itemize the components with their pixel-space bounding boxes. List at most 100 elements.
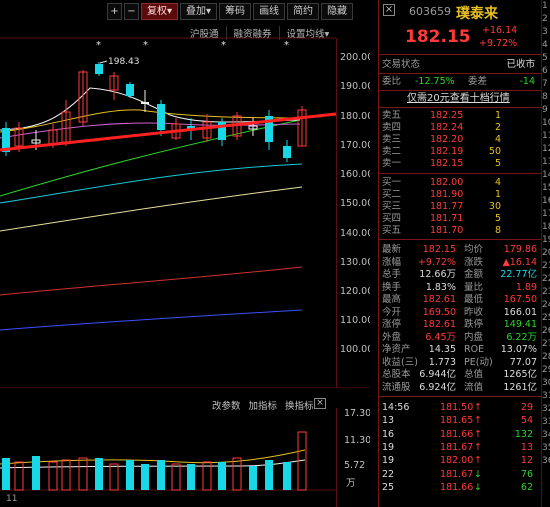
volume-bar[interactable] [265,460,273,490]
tick-row[interactable]: 19 181.67 ↑ 13 [382,442,539,454]
ask-row[interactable]: 卖四 182.24 2 [382,122,539,134]
side-list-item[interactable]: 8 [542,91,550,104]
bid-row[interactable]: 买四 181.71 5 [382,213,539,225]
simple-mode-button[interactable]: 简约 [287,3,320,20]
adjust-rights-button[interactable]: 复权▾ [141,3,179,20]
stat-row[interactable]: 净资产 14.35 ROE 13.07% [382,344,539,356]
side-list-item[interactable]: 1 [542,0,550,13]
side-list-item[interactable]: 14 [542,169,550,182]
volume-bar[interactable] [32,456,40,490]
side-list-item[interactable]: 5 [542,52,550,65]
volume-bar[interactable] [218,462,226,490]
side-list-item[interactable]: 11 [542,130,550,143]
candle[interactable] [283,140,291,162]
tick-row[interactable]: 14:56 181.50 ↑ 29 [382,402,539,414]
side-list-item[interactable]: 10 [542,117,550,130]
candle[interactable] [265,110,273,150]
stat-row[interactable]: 总股本 6.944亿 总值 1265亿 [382,369,539,381]
hide-button[interactable]: 隐藏 [321,3,354,20]
tick-row[interactable]: 22 181.67 ↓ 76 [382,469,539,481]
event-marker-star[interactable]: * [143,40,148,51]
side-list-item[interactable]: 16 [542,195,550,208]
stat-row[interactable]: 换手 1.83% 量比 1.89 [382,282,539,294]
side-list-item[interactable]: 27 [542,338,550,351]
side-list-item[interactable]: 19 [542,234,550,247]
side-list-item[interactable]: 20 [542,247,550,260]
event-marker-star[interactable]: * [221,40,226,51]
candle[interactable] [218,118,226,146]
candle[interactable] [141,90,149,112]
side-list-item[interactable]: 17 [542,208,550,221]
side-list-item[interactable]: 33 [542,416,550,429]
close-panel-button[interactable]: × [383,4,395,16]
volume-bar[interactable] [2,458,10,490]
volume-bar[interactable] [78,457,88,491]
bid-row[interactable]: 买一 182.00 4 [382,177,539,189]
stat-row[interactable]: 最高 182.61 最低 167.50 [382,294,539,306]
candle[interactable] [248,118,258,136]
kline-chart[interactable]: * * * * 198.43 200.00 190.00 180.00 170.… [0,36,370,388]
stat-row[interactable]: 涨停 182.61 跌停 149.41 [382,319,539,331]
side-list-item[interactable]: 22 [542,273,550,286]
side-list-item[interactable]: 31 [542,390,550,403]
chips-button[interactable]: 筹码 [219,3,252,20]
side-list-item[interactable]: 2 [542,13,550,26]
side-list-item[interactable]: 21 [542,260,550,273]
side-list-item[interactable]: 12 [542,143,550,156]
side-list-item[interactable]: 25 [542,312,550,325]
side-list-item[interactable]: 18 [542,221,550,234]
ask-row[interactable]: 卖二 182.19 50 [382,146,539,158]
candle[interactable] [109,72,119,100]
side-list-item[interactable]: 9 [542,104,550,117]
volume-bar[interactable] [232,457,242,491]
tick-row[interactable]: 13 181.65 ↑ 54 [382,415,539,427]
side-list-item[interactable]: 23 [542,286,550,299]
stat-row[interactable]: 总手 12.66万 金额 22.77亿 [382,269,539,281]
candle[interactable] [297,106,307,147]
candle[interactable] [171,118,181,140]
ask-row[interactable]: 卖五 182.25 1 [382,110,539,122]
volume-bar[interactable] [141,464,149,490]
side-list-item[interactable]: 15 [542,182,550,195]
volume-bar[interactable] [187,464,195,490]
side-list-item[interactable]: 3 [542,26,550,39]
side-list-item[interactable]: 28 [542,351,550,364]
volume-bar[interactable] [14,461,24,491]
volume-bar[interactable] [283,462,291,490]
bid-row[interactable]: 买三 181.77 30 [382,201,539,213]
event-marker-star[interactable]: * [284,40,289,51]
stat-row[interactable]: 流通股 6.924亿 流值 1261亿 [382,382,539,394]
side-list-item[interactable]: 36 [542,455,550,468]
candle[interactable] [61,100,71,146]
volume-bar[interactable] [95,458,103,490]
volume-bar[interactable] [126,460,134,490]
side-list-item[interactable]: 34 [542,429,550,442]
volume-bar[interactable] [157,460,165,490]
tick-row[interactable]: 16 181.66 ↑ 132 [382,429,539,441]
stat-row[interactable]: 涨幅 +9.72% 涨跌 ▲16.14 [382,257,539,269]
volume-bar[interactable] [249,466,257,490]
volume-chart[interactable]: 17.30 11.30 5.72 万 11 [0,408,370,507]
side-list-item[interactable]: 29 [542,364,550,377]
stat-row[interactable]: 收益(三) 1.773 PE(动) 77.07 [382,357,539,369]
side-list-item[interactable]: 32 [542,403,550,416]
volume-bar[interactable] [48,461,58,491]
ask-row[interactable]: 卖三 182.20 4 [382,134,539,146]
stat-row[interactable]: 今开 169.50 昨收 166.01 [382,307,539,319]
side-list-item[interactable]: 7 [542,78,550,91]
side-list-item[interactable]: 26 [542,325,550,338]
zoom-in-button[interactable]: + [107,3,122,20]
candle[interactable] [126,82,134,98]
tick-row[interactable]: 19 182.00 ↑ 12 [382,455,539,467]
candle[interactable] [95,62,103,76]
bid-row[interactable]: 买五 181.70 8 [382,225,539,237]
ask-row[interactable]: 卖一 182.15 5 [382,158,539,170]
stat-row[interactable]: 外盘 6.45万 内盘 6.22万 [382,332,539,344]
level2-promo-link[interactable]: 仅需20元查看十档行情 [407,93,550,105]
candle[interactable] [157,100,165,136]
bid-row[interactable]: 买二 181.90 1 [382,189,539,201]
side-list-item[interactable]: 30 [542,377,550,390]
volume-bar[interactable] [109,463,119,491]
overlay-button[interactable]: 叠加▾ [180,3,218,20]
side-list-item[interactable]: 24 [542,299,550,312]
